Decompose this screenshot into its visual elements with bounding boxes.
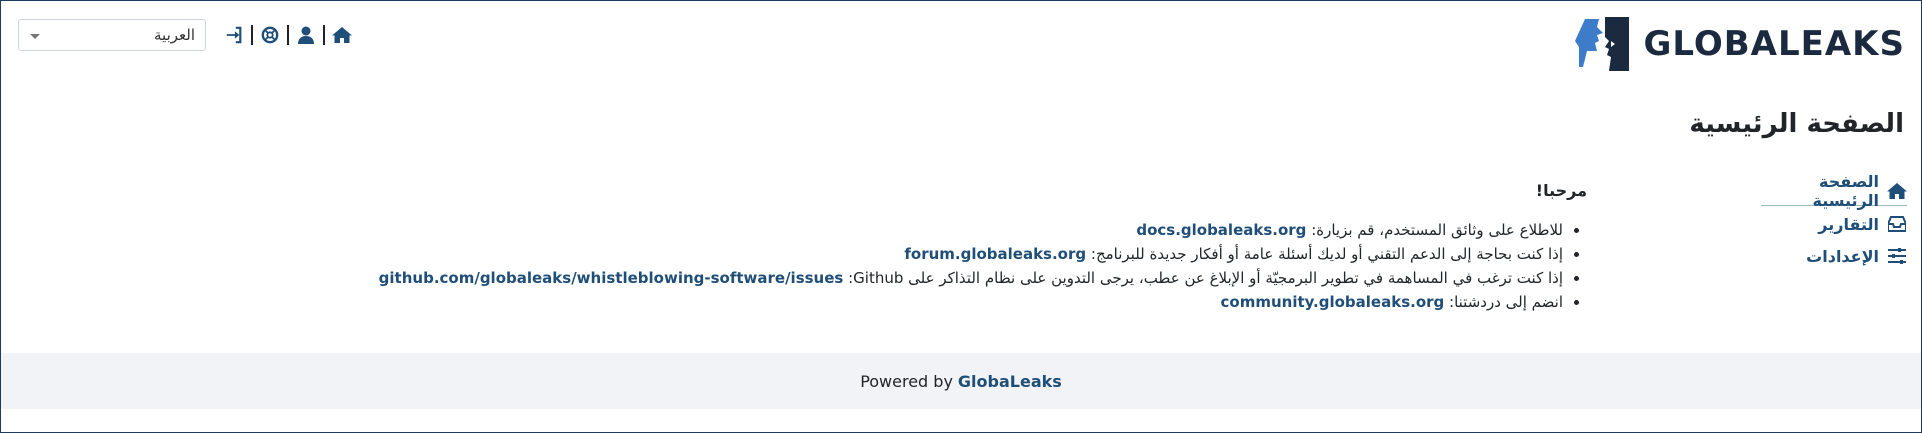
info-list: للاطلاع على وثائق المستخدم، قم بزيارة: d…	[379, 218, 1587, 314]
sidebar: الصفحة الرئيسية التقارير الإعدادات	[1757, 172, 1907, 274]
globaleaks-link[interactable]: GlobaLeaks	[958, 372, 1062, 391]
language-select[interactable]: العربية	[18, 19, 206, 51]
github-issues-link[interactable]: github.com/globaleaks/whistleblowing-sof…	[379, 269, 844, 287]
docs-link[interactable]: docs.globaleaks.org	[1136, 221, 1306, 239]
logo: GLOBALEAKS	[1575, 15, 1905, 73]
list-item: انضم إلى دردشتنا: community.globaleaks.o…	[379, 290, 1563, 314]
sidebar-item-settings[interactable]: الإعدادات	[1757, 242, 1907, 270]
forum-link[interactable]: forum.globaleaks.org	[904, 245, 1086, 263]
main-content: مرحبا! للاطلاع على وثائق المستخدم، قم بز…	[379, 177, 1587, 314]
logo-mark-icon	[1575, 17, 1630, 71]
home-icon	[1887, 181, 1907, 201]
sidebar-item-home[interactable]: الصفحة الرئيسية	[1761, 172, 1907, 210]
sliders-icon	[1887, 246, 1907, 266]
page-title: الصفحة الرئيسية	[1689, 109, 1904, 139]
sidebar-item-label: الصفحة الرئيسية	[1812, 172, 1880, 210]
divider	[323, 25, 325, 45]
list-item-text: إذا كنت ترغب في المساهمة في تطوير البرمج…	[843, 269, 1563, 287]
list-item-text: للاطلاع على وثائق المستخدم، قم بزيارة:	[1306, 221, 1563, 239]
language-select-value: العربية	[154, 26, 195, 44]
support-icon[interactable]	[259, 24, 281, 46]
list-item: للاطلاع على وثائق المستخدم، قم بزيارة: d…	[379, 218, 1563, 242]
list-item-text: انضم إلى دردشتنا:	[1444, 293, 1563, 311]
logo-wordmark: GLOBALEAKS	[1643, 24, 1905, 64]
list-item-text: إذا كنت بحاجة إلى الدعم التقني أو لديك أ…	[1086, 245, 1563, 263]
welcome-heading: مرحبا!	[1535, 181, 1587, 200]
logout-icon[interactable]	[223, 24, 245, 46]
chevron-down-icon	[30, 34, 40, 39]
list-item: إذا كنت ترغب في المساهمة في تطوير البرمج…	[379, 266, 1563, 290]
community-link[interactable]: community.globaleaks.org	[1221, 293, 1445, 311]
sidebar-item-reports[interactable]: التقارير	[1757, 210, 1907, 238]
powered-by-text: Powered by	[860, 371, 953, 391]
divider	[287, 25, 289, 45]
divider	[251, 25, 253, 45]
sidebar-item-label: الإعدادات	[1806, 246, 1879, 266]
inbox-icon	[1887, 214, 1907, 234]
list-item: إذا كنت بحاجة إلى الدعم التقني أو لديك أ…	[379, 242, 1563, 266]
footer: Powered by GlobaLeaks	[1, 353, 1921, 409]
top-nav	[223, 23, 353, 47]
sidebar-item-label: التقارير	[1818, 214, 1879, 234]
home-icon[interactable]	[331, 24, 353, 46]
user-icon[interactable]	[295, 24, 317, 46]
